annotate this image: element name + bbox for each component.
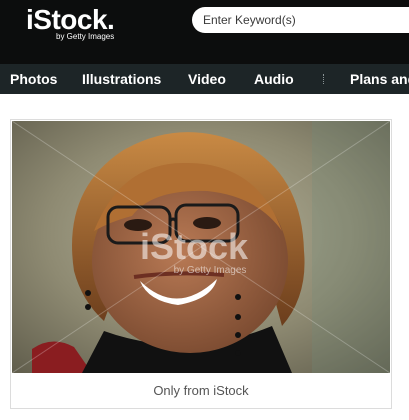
watermark-text: iStock <box>140 226 249 267</box>
logo-byline: by Getty Images <box>56 32 115 41</box>
nav-item-plans[interactable]: Plans and <box>350 64 409 94</box>
portrait-photo-illustration: iStock by Getty Images <box>12 121 390 373</box>
nav-item-video[interactable]: Video <box>188 64 226 94</box>
main-nav: Photos Illustrations Video Audio Plans a… <box>0 64 409 94</box>
watermark-subtext: by Getty Images <box>174 265 247 276</box>
nav-item-photos[interactable]: Photos <box>10 64 57 94</box>
istock-logo[interactable]: iStock. by Getty Images <box>26 3 136 45</box>
nav-divider <box>323 74 324 84</box>
stock-photo[interactable]: iStock by Getty Images <box>12 121 390 373</box>
nav-item-audio[interactable]: Audio <box>254 64 294 94</box>
search-input[interactable] <box>192 7 409 33</box>
site-header: iStock. by Getty Images <box>0 0 409 64</box>
featured-image-card[interactable]: iStock by Getty Images Only from iStock <box>10 119 392 409</box>
nav-item-illustrations[interactable]: Illustrations <box>82 64 161 94</box>
image-caption: Only from iStock <box>153 383 249 398</box>
